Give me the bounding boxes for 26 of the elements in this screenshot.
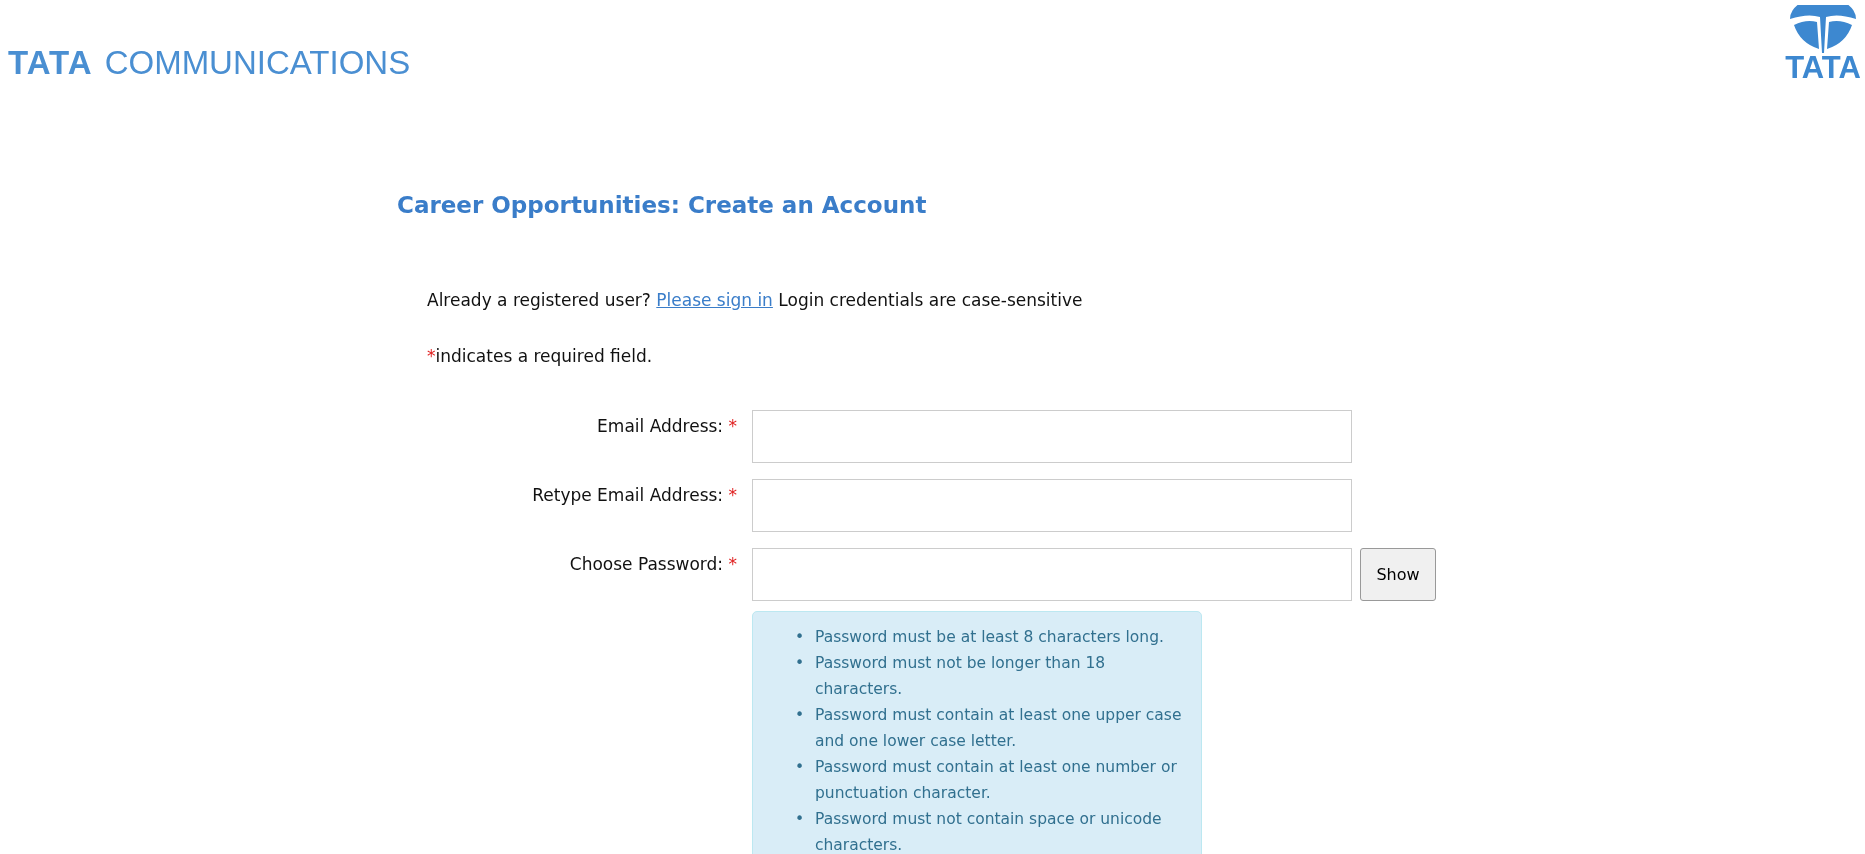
required-note: *indicates a required field.	[427, 346, 654, 366]
password-rule: Password must contain at least one number or punctuation character.	[815, 757, 1178, 804]
password-rule: Password must be at least 8 characters long.	[815, 627, 1165, 648]
password-field[interactable]	[752, 548, 1352, 601]
show-button[interactable]: Show	[1360, 548, 1436, 601]
logo-text: TATA	[1785, 53, 1861, 83]
password-rule: Password must contain at least one upper case and one lower case letter.	[815, 705, 1183, 752]
bullet: •	[795, 705, 806, 726]
email-field[interactable]	[752, 410, 1352, 463]
field-label: Email Address: *	[597, 415, 737, 436]
password-rule: Password must not contain space or unicode characters.	[815, 809, 1163, 854]
password-rule: Password must not be longer than 18 characters.	[815, 653, 1107, 700]
page-heading: Career Opportunities: Create an Account	[397, 192, 928, 218]
intro-text: Already a registered user?	[427, 290, 651, 310]
bullet: •	[795, 757, 806, 778]
emblem-icon	[1788, 5, 1858, 53]
sign-in-link[interactable]: Please sign in	[656, 290, 773, 310]
field-label: Choose Password: *	[569, 553, 737, 574]
field-label: Retype Email Address: *	[532, 484, 737, 505]
logo-text: COMMUNICATIONS	[104, 44, 411, 82]
bullet: •	[795, 627, 806, 648]
bullet: •	[795, 809, 806, 830]
intro-text: Login credentials are case-sensitive	[778, 290, 1083, 310]
email-field[interactable]	[752, 479, 1352, 532]
logo-brand: TATA	[8, 44, 93, 82]
bullet: •	[795, 653, 806, 674]
